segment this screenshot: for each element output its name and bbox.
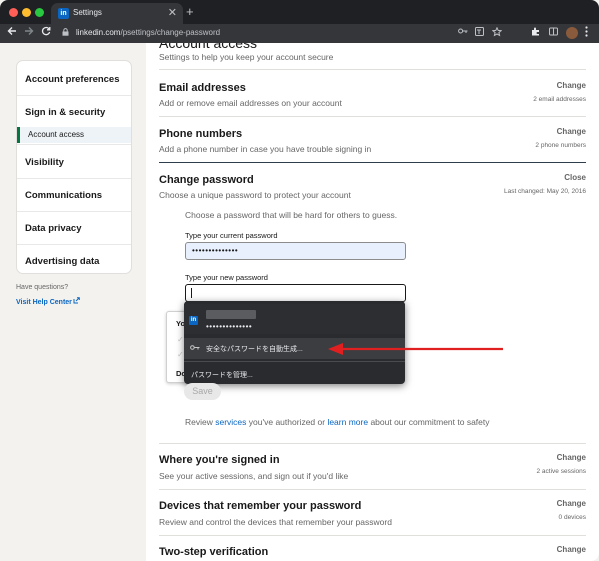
window-maximize-button[interactable] xyxy=(35,8,44,17)
blurred-username xyxy=(206,310,256,319)
sidebar-item-advertising-data[interactable]: Advertising data xyxy=(17,256,131,267)
devices-change-button[interactable]: Change xyxy=(557,499,586,508)
password-hint: Choose a password that will be hard for … xyxy=(185,210,398,220)
settings-page: Account preferences Sign in & security A… xyxy=(0,43,599,561)
phone-count: 2 phone numbers xyxy=(535,142,586,149)
page-title: Account access xyxy=(159,43,258,51)
section-divider xyxy=(159,69,586,70)
phone-change-button[interactable]: Change xyxy=(557,127,586,136)
key-icon xyxy=(190,344,200,353)
browser-window: in Settings ✕ + linkedin.com/psettings/c… xyxy=(0,0,599,561)
extensions-icon[interactable] xyxy=(531,27,540,38)
sidebar-item-account-preferences[interactable]: Account preferences xyxy=(17,74,131,85)
sidebar-item-sign-in-security[interactable]: Sign in & security xyxy=(17,107,131,118)
window-close-button[interactable] xyxy=(9,8,18,17)
linkedin-logo-icon: in xyxy=(58,8,69,19)
save-password-button[interactable]: Save xyxy=(184,383,221,400)
bookmark-star-icon[interactable] xyxy=(491,26,503,39)
manage-passwords-option[interactable]: パスワードを管理... xyxy=(191,370,253,380)
review-services-text: Review services you've authorized or lea… xyxy=(185,417,490,427)
two-step-section-title: Two-step verification xyxy=(159,546,269,558)
external-link-icon xyxy=(72,297,80,306)
new-tab-icon[interactable]: + xyxy=(186,4,194,19)
translate-icon[interactable] xyxy=(475,27,484,38)
section-divider xyxy=(159,443,586,444)
password-section-desc: Choose a unique password to protect your… xyxy=(159,190,351,200)
email-section-title: Email addresses xyxy=(159,82,246,94)
sidebar-divider xyxy=(17,211,131,212)
menu-dots-icon[interactable] xyxy=(585,26,588,40)
help-question: Have questions? xyxy=(16,284,69,291)
current-password-label: Type your current password xyxy=(185,231,278,240)
url-text: linkedin.com/psettings/change-password xyxy=(76,28,221,37)
tab-bar: in Settings ✕ + xyxy=(0,0,599,24)
services-link[interactable]: services xyxy=(215,417,246,427)
email-section-desc: Add or remove email addresses on your ac… xyxy=(159,98,342,108)
sidebar-item-data-privacy[interactable]: Data privacy xyxy=(17,223,131,234)
reload-icon[interactable] xyxy=(41,26,51,39)
suggest-strong-password-option[interactable]: 安全なパスワードを自動生成... xyxy=(184,338,405,359)
new-password-label: Type your new password xyxy=(185,273,268,282)
check-icon: ✓ xyxy=(177,335,184,344)
section-divider xyxy=(159,535,586,536)
browser-toolbar: linkedin.com/psettings/change-password xyxy=(0,24,599,43)
current-password-input[interactable]: •••••••••••••• xyxy=(185,242,406,260)
learn-more-link[interactable]: learn more xyxy=(327,417,368,427)
sidebar-subitem-account-access[interactable]: Account access xyxy=(17,127,131,143)
phone-section-title: Phone numbers xyxy=(159,128,243,140)
suggest-password-label: 安全なパスワードを自動生成... xyxy=(206,346,303,353)
signed-in-change-button[interactable]: Change xyxy=(557,453,586,462)
section-divider xyxy=(159,489,586,490)
sidebar-divider xyxy=(17,178,131,179)
sidebar-divider xyxy=(17,144,131,145)
profile-avatar[interactable] xyxy=(566,27,578,39)
password-last-changed: Last changed: May 20, 2016 xyxy=(503,188,586,195)
devices-count: 0 devices xyxy=(558,514,586,521)
saved-password-dots: •••••••••••••• xyxy=(206,322,253,331)
dropdown-divider xyxy=(184,361,405,362)
signed-in-section-desc: See your active sessions, and sign out i… xyxy=(159,471,349,481)
linkedin-logo-icon: in xyxy=(189,316,198,325)
email-count: 2 email addresses xyxy=(533,96,586,103)
password-close-button[interactable]: Close xyxy=(564,173,586,182)
tab-settings[interactable]: in Settings ✕ xyxy=(51,3,183,24)
two-step-change-button[interactable]: Change xyxy=(557,545,586,554)
window-minimize-button[interactable] xyxy=(22,8,31,17)
help-center-link[interactable]: Visit Help Center xyxy=(16,297,80,306)
section-divider xyxy=(159,116,586,117)
devices-section-desc: Review and control the devices that reme… xyxy=(159,517,392,527)
settings-sidebar: Account preferences Sign in & security A… xyxy=(16,60,132,274)
key-icon[interactable] xyxy=(458,27,468,37)
sidebar-item-visibility[interactable]: Visibility xyxy=(17,157,131,168)
account-access-panel: Account access Settings to help you keep… xyxy=(146,43,599,561)
tab-title: Settings xyxy=(73,8,102,17)
forward-icon[interactable] xyxy=(24,26,34,39)
active-sessions-count: 2 active sessions xyxy=(536,468,587,475)
sidebar-item-communications[interactable]: Communications xyxy=(17,190,131,201)
page-subtitle: Settings to help you keep your account s… xyxy=(159,52,334,62)
back-icon[interactable] xyxy=(7,26,17,39)
signed-in-section-title: Where you're signed in xyxy=(159,454,280,466)
section-divider xyxy=(159,162,586,163)
password-autofill-dropdown: in •••••••••••••• 安全なパスワードを自動生成... パスワード… xyxy=(184,301,405,384)
password-section-title: Change password xyxy=(159,174,254,186)
new-password-input[interactable] xyxy=(185,284,406,302)
lock-icon[interactable] xyxy=(62,28,69,38)
saved-password-option[interactable]: in •••••••••••••• xyxy=(184,304,405,334)
current-password-value: •••••••••••••• xyxy=(192,246,239,255)
address-bar[interactable]: linkedin.com/psettings/change-password xyxy=(57,26,453,41)
sidebar-divider xyxy=(17,244,131,245)
text-cursor xyxy=(191,288,192,298)
reading-list-icon[interactable] xyxy=(549,27,558,38)
check-icon: ✓ xyxy=(177,350,184,359)
sidebar-divider xyxy=(17,95,131,96)
email-change-button[interactable]: Change xyxy=(557,81,586,90)
devices-section-title: Devices that remember your password xyxy=(159,500,362,512)
phone-section-desc: Add a phone number in case you have trou… xyxy=(159,144,372,154)
close-tab-icon[interactable]: ✕ xyxy=(168,6,177,19)
